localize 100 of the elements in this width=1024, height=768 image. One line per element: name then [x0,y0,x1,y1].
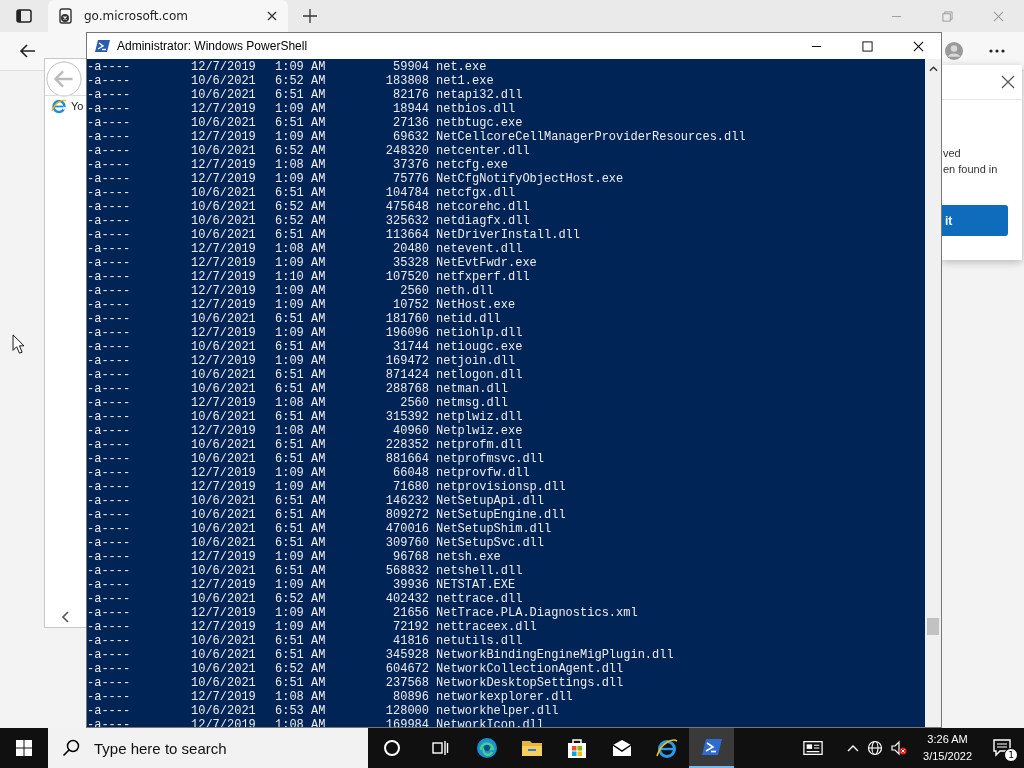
file-name: netprofmsvc.dll [436,452,545,466]
notification-icon[interactable] [992,738,1012,758]
file-name: NetSetupEngine.dll [436,508,566,522]
file-mode: -a---- [87,172,132,186]
file-mode: -a---- [87,620,132,634]
file-date: 12/7/2019 [191,256,257,270]
file-size: 181760 [384,312,429,326]
file-mode: -a---- [87,242,132,256]
file-time: 1:09 AM [275,578,327,592]
file-time: 6:51 AM [275,634,327,648]
file-mode: -a---- [87,186,132,200]
search-input[interactable]: Type here to search [92,738,356,758]
file-time: 1:08 AM [275,424,327,438]
file-date: 10/6/2021 [191,438,257,452]
popup-button[interactable]: it [942,205,1008,236]
file-name: netprovfw.dll [436,466,530,480]
file-time: 1:08 AM [275,158,327,172]
file-name: NetCfgNotifyObjectHost.exe [436,172,624,186]
file-name: NetHost.exe [436,298,516,312]
site-icon [58,8,74,24]
file-size: 71680 [392,480,429,494]
close-icon[interactable] [1000,74,1016,90]
file-date: 12/7/2019 [191,606,257,620]
file-size: 113664 [384,228,429,242]
file-size: 809272 [384,508,429,522]
file-time: 6:51 AM [275,88,327,102]
file-date: 12/7/2019 [191,172,257,186]
file-size: 871424 [384,368,429,382]
file-mode: -a---- [87,326,132,340]
page-link-text[interactable]: Yo [71,100,84,112]
file-date: 10/6/2021 [191,634,257,648]
file-mode: -a---- [87,704,132,718]
file-mode: -a---- [87,144,132,158]
globe-icon[interactable] [867,740,884,756]
scrollbar[interactable] [925,59,941,727]
file-date: 12/7/2019 [191,620,257,634]
windows-start-icon[interactable] [15,739,33,757]
file-size: 604672 [384,662,429,676]
file-mode: -a---- [87,102,132,116]
file-mode: -a---- [87,634,132,648]
task-view-icon[interactable] [431,739,449,757]
file-name: networkhelper.dll [436,704,559,718]
file-time: 6:51 AM [275,438,327,452]
file-size: 20480 [392,242,429,256]
tab-actions-icon[interactable] [15,7,33,25]
file-mode: -a---- [87,522,132,536]
powershell-icon [700,736,723,758]
file-size: 37376 [392,158,429,172]
file-time: 1:09 AM [275,326,327,340]
more-icon[interactable] [989,49,1005,53]
file-name: netcfg.exe [436,158,508,172]
ie-icon [51,98,67,114]
cortana-icon[interactable] [383,739,401,757]
file-name: NetDriverInstall.dll [436,228,581,242]
scroll-up-icon[interactable] [928,66,938,72]
taskbar-powershell-button[interactable] [689,728,734,768]
file-mode: -a---- [87,648,132,662]
file-name: Netplwiz.exe [436,424,523,438]
file-name: netjoin.dll [436,354,516,368]
file-time: 6:51 AM [275,186,327,200]
file-mode: -a---- [87,662,132,676]
file-time: 6:51 AM [275,536,327,550]
file-time: 1:09 AM [275,606,327,620]
file-size: 237568 [384,676,429,690]
file-time: 6:52 AM [275,74,327,88]
browser-tab[interactable]: go.microsoft.com [48,0,288,32]
news-icon[interactable] [803,738,824,758]
file-mode: -a---- [87,74,132,88]
file-mode: -a---- [87,354,132,368]
maximize-icon[interactable] [862,40,873,52]
file-date: 12/7/2019 [191,60,257,74]
file-mode: -a---- [87,396,132,410]
profile-avatar-icon[interactable] [945,42,963,60]
search-box[interactable]: Type here to search [48,728,368,768]
file-name: netprovisionsp.dll [436,480,566,494]
file-mode: -a---- [87,438,132,452]
file-name: netid.dll [436,312,501,326]
file-mode: -a---- [87,298,132,312]
scrollbar-thumb[interactable] [927,618,939,635]
back-arrow-icon[interactable] [19,42,37,60]
file-time: 1:09 AM [275,130,327,144]
close-icon[interactable] [266,10,278,22]
speaker-muted-icon[interactable] [891,740,908,756]
file-time: 6:51 AM [275,228,327,242]
new-tab-icon[interactable] [302,8,318,24]
file-date: 10/6/2021 [191,144,257,158]
edge-icon [475,737,498,759]
file-size: 2560 [399,396,429,410]
close-icon[interactable] [913,40,924,52]
file-size: 345928 [384,648,429,662]
clock-date[interactable]: 3/15/2022 [923,748,972,765]
file-date: 10/6/2021 [191,522,257,536]
file-size: 31744 [392,340,429,354]
file-date: 10/6/2021 [191,228,257,242]
file-name: net.exe [436,60,487,74]
clock-time[interactable]: 3:26 AM [927,731,968,748]
file-time: 1:09 AM [275,480,327,494]
file-time: 1:10 AM [275,270,327,284]
scroll-left-icon[interactable] [61,611,71,623]
file-time: 6:51 AM [275,382,327,396]
